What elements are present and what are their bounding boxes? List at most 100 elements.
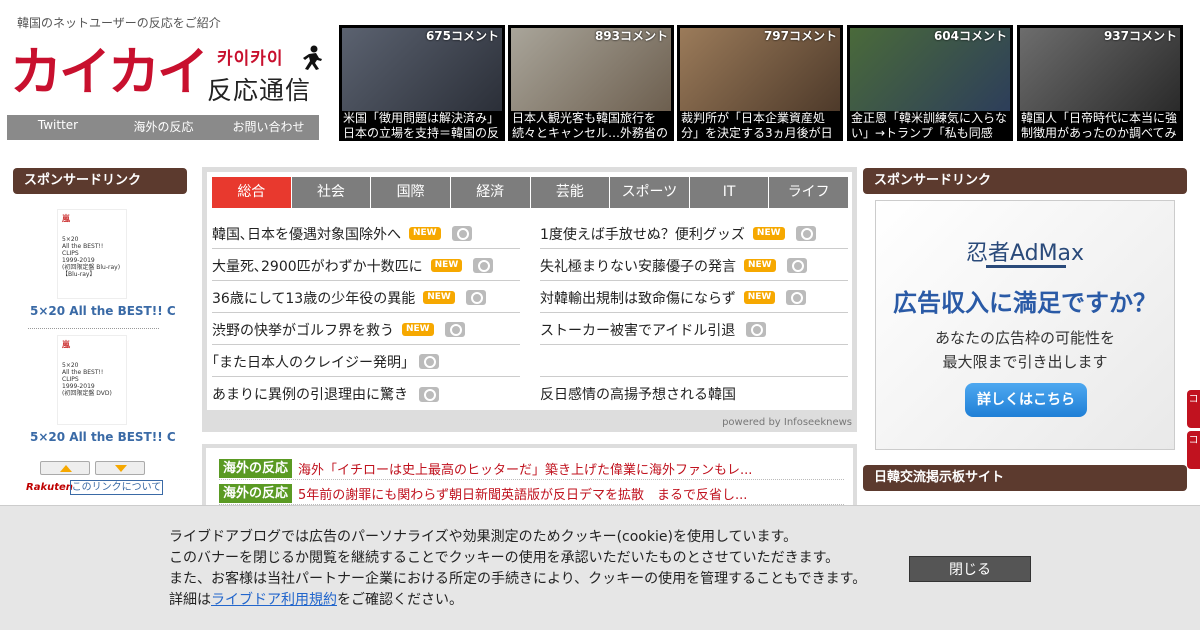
comment-count: 604コメント xyxy=(933,29,1007,43)
news-title[interactable]: 大量死､2900匹がわずか十数匹に xyxy=(212,256,423,276)
comment-count: 797コメント xyxy=(763,29,837,43)
admax-ad-banner[interactable]: 忍者AdMax 広告収入に満足ですか？ あなたの広告枠の可能性を 最大限まで引き… xyxy=(875,200,1175,450)
site-logo[interactable]: カイカイ 카이카이 反応通信 xyxy=(10,42,322,106)
comment-count: 675コメント xyxy=(425,29,499,43)
product-line: (初回限定盤 DVD) xyxy=(62,390,112,397)
product-line: 5×20 xyxy=(62,362,79,369)
terms-link[interactable]: ライブドア利用規約 xyxy=(211,592,337,608)
new-badge: NEW xyxy=(752,227,785,240)
product-line: 1999-2019 xyxy=(62,383,95,390)
tab-society[interactable]: 社会 xyxy=(291,177,372,208)
tab-economy[interactable]: 経済 xyxy=(450,177,531,208)
nav-contact[interactable]: お問い合わせ xyxy=(218,115,319,140)
news-title[interactable]: 失礼極まりない安藤優子の発言 xyxy=(540,256,736,276)
news-title[interactable]: 反日感情の高揚予想される韓国 xyxy=(540,384,736,404)
new-badge: NEW xyxy=(744,259,776,272)
news-item[interactable]: 大量死､2900匹がわずか十数匹に NEW xyxy=(212,249,520,281)
ad-body-line: あなたの広告枠の可能性を xyxy=(934,329,1115,347)
news-tabs: 総合 社会 国際 経済 芸能 スポーツ IT ライフ xyxy=(212,177,848,208)
side-tabs: コ コ xyxy=(1187,390,1200,470)
news-title[interactable]: 渋野の快挙がゴルフ界を救う xyxy=(212,320,394,340)
camera-icon xyxy=(786,258,807,273)
tab-international[interactable]: 国際 xyxy=(371,177,451,208)
news-item[interactable]: 1度使えば手放せぬ？便利グッズ NEW xyxy=(540,217,848,249)
side-tab[interactable]: コ xyxy=(1187,431,1200,469)
ad-body-line: 最大限まで引き出します xyxy=(942,353,1108,371)
news-item[interactable]: 渋野の快挙がゴルフ界を救う NEW xyxy=(212,313,520,345)
article-link[interactable]: 海外「イチローは史上最高のヒッターだ」築き上げた偉業に海外ファンもレ... xyxy=(298,459,752,478)
product-line: 1999-2019 xyxy=(62,257,95,264)
top-news-title: 韓国人「日帝時代に本当に強制徴用があったのか調べてみ xyxy=(1021,111,1178,140)
product-brand: 嵐 xyxy=(62,214,70,223)
article-link[interactable]: 5年前の謝罪にも関わらず朝日新聞英語版が反日デマを拡散 まるで反省し... xyxy=(298,484,747,503)
camera-icon xyxy=(746,322,767,337)
camera-icon xyxy=(795,226,816,241)
sponsor-heading-right: スポンサードリンク xyxy=(863,168,1187,194)
news-item[interactable]: ストーカー被害でアイドル引退 xyxy=(540,313,848,345)
news-item xyxy=(540,345,848,377)
rakuten-logo[interactable]: Rakuten xyxy=(26,482,73,493)
list-item[interactable]: 海外の反応 海外「イチローは史上最高のヒッターだ」築き上げた偉業に海外ファンもレ… xyxy=(219,458,844,480)
comment-count: 893コメント xyxy=(594,29,668,43)
product-title-link[interactable]: 5×20 All the BEST!! C xyxy=(30,430,176,444)
comment-count: 937コメント xyxy=(1103,29,1177,43)
new-badge: NEW xyxy=(409,227,441,240)
news-title[interactable]: 36歳にして13歳の少年役の異能 xyxy=(212,288,415,308)
news-item[interactable]: あまりに異例の引退理由に驚き xyxy=(212,377,520,409)
camera-icon xyxy=(444,322,465,337)
product-image[interactable]: 嵐 5×20 All the BEST!! CLIPS 1999-2019 (初… xyxy=(57,335,127,425)
news-title[interactable]: 対韓輸出規制は致命傷にならず xyxy=(540,288,736,308)
scroll-up-button[interactable] xyxy=(40,461,90,475)
top-news-card[interactable]: 893コメント 日本人観光客も韓国旅行を続々とキャンセル…外務省の xyxy=(508,25,674,141)
cookie-line: また、お客様は当社パートナー企業における所定の手続きにより、クッキーの使用を管理… xyxy=(169,571,867,587)
top-news-title: 金正恩「韓米訓練気に入らない」→トランプ「私も同感 xyxy=(851,111,1008,140)
ad-headline: 広告収入に満足ですか？ xyxy=(893,289,1157,317)
news-title[interactable]: あまりに異例の引退理由に驚き xyxy=(212,384,408,404)
camera-icon xyxy=(473,258,494,273)
nav-twitter[interactable]: Twitter xyxy=(7,115,109,140)
cookie-banner: ライブドアブログでは広告のパーソナライズや効果測定のためクッキー(cookie)… xyxy=(0,505,1200,630)
top-news-card[interactable]: 675コメント 米国「徴用問題は解決済み」日本の立場を支持＝韓国の反 xyxy=(339,25,505,141)
logo-hangul-text: 카이카이 xyxy=(217,49,284,69)
board-heading: 日韓交流掲示板サイト xyxy=(863,465,1187,491)
top-news-card[interactable]: 604コメント 金正恩「韓米訓練気に入らない」→トランプ「私も同感 xyxy=(847,25,1013,141)
cookie-prefix: 詳細は xyxy=(169,592,211,608)
product-line: CLIPS xyxy=(62,376,79,383)
powered-by-text: powered by Infoseeknews xyxy=(722,417,852,428)
news-title[interactable]: 1度使えば手放せぬ？便利グッズ xyxy=(540,224,745,244)
new-badge: NEW xyxy=(423,291,455,304)
nav-kaigai[interactable]: 海外の反応 xyxy=(109,115,218,140)
news-title[interactable]: ストーカー被害でアイドル引退 xyxy=(540,320,735,340)
cookie-line: 詳細はライブドア利用規約をご確認ください。 xyxy=(169,590,866,611)
product-title-link[interactable]: 5×20 All the BEST!! C xyxy=(30,304,176,318)
top-news-card[interactable]: 797コメント 裁判所が「日本企業資産処分」を決定する3ヵ月後が日 xyxy=(677,25,843,141)
list-item[interactable]: 海外の反応 5年前の謝罪にも関わらず朝日新聞英語版が反日デマを拡散 まるで反省し… xyxy=(219,483,844,505)
product-line: 【Blu-ray】 xyxy=(62,271,96,278)
camera-icon xyxy=(465,290,486,305)
news-item[interactable]: 失礼極まりない安藤優子の発言 NEW xyxy=(540,249,848,281)
ad-details-button[interactable]: 詳しくはこちら xyxy=(965,383,1087,417)
tab-general[interactable]: 総合 xyxy=(212,177,292,208)
product-line: 5×20 xyxy=(62,236,79,243)
cookie-close-button[interactable]: 閉じる xyxy=(909,556,1031,582)
tab-life[interactable]: ライフ xyxy=(769,177,848,208)
site-tagline: 韓国のネットユーザーの反応をご紹介 xyxy=(17,16,221,30)
news-item[interactable]: 対韓輸出規制は致命傷にならず NEW xyxy=(540,281,848,313)
scroll-down-button[interactable] xyxy=(95,461,145,475)
news-title[interactable]: 韓国､日本を優遇対象国除外へ xyxy=(212,224,401,244)
tab-entertainment[interactable]: 芸能 xyxy=(530,177,611,208)
news-title[interactable]: ｢また日本人のクレイジー発明｣ xyxy=(212,352,408,372)
news-item[interactable]: 36歳にして13歳の少年役の異能 NEW xyxy=(212,281,520,313)
top-news-card[interactable]: 937コメント 韓国人「日帝時代に本当に強制徴用があったのか調べてみ xyxy=(1017,25,1183,141)
news-item[interactable]: 反日感情の高揚予想される韓国 xyxy=(540,377,848,409)
side-tab[interactable]: コ xyxy=(1187,390,1200,428)
tab-it[interactable]: IT xyxy=(689,177,770,208)
cookie-text: ライブドアブログでは広告のパーソナライズや効果測定のためクッキー(cookie)… xyxy=(169,527,866,611)
about-this-link-button[interactable]: このリンクについて xyxy=(70,480,163,495)
camera-icon xyxy=(419,354,439,369)
news-item[interactable]: 韓国､日本を優遇対象国除外へ NEW xyxy=(212,217,520,249)
tab-sports[interactable]: スポーツ xyxy=(610,177,690,208)
category-tag: 海外の反応 xyxy=(219,459,293,478)
product-image[interactable]: 嵐 5×20 All the BEST!! CLIPS 1999-2019 (初… xyxy=(57,209,127,299)
news-item[interactable]: ｢また日本人のクレイジー発明｣ xyxy=(212,345,520,377)
